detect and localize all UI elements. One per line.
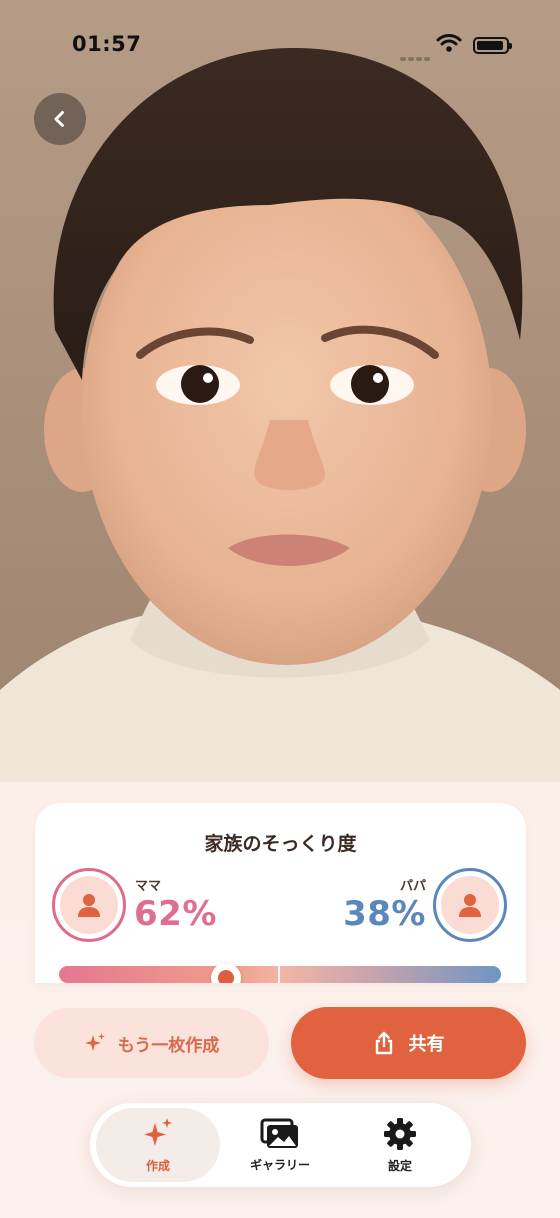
resemblance-slider [59,963,501,983]
mom-label: ママ [135,879,162,894]
resemblance-title: 家族のそっくり度 [204,833,357,855]
share-icon [375,1031,392,1055]
tab-gallery-label: ギャラリー [249,1157,310,1172]
status-bar: 01:57 [0,0,560,90]
status-time: 01:57 [72,32,142,56]
cellular-signal-icon [400,46,432,65]
create-another-button[interactable]: もう一枚作成 [34,1008,269,1078]
tab-gallery[interactable]: ギャラリー [218,1108,342,1182]
share-button[interactable]: 共有 [291,1007,526,1079]
wifi-icon [436,34,462,52]
gallery-icon [260,1118,298,1148]
tab-bar: 作成 ギャラリー 設定 [90,1103,471,1187]
sparkle-icon [144,1117,172,1146]
tab-settings[interactable]: 設定 [338,1108,462,1182]
gear-icon [384,1117,416,1150]
chevron-left-icon [54,111,64,127]
create-another-label: もう一枚作成 [117,1035,220,1056]
dad-percent: 38% [343,894,426,934]
person-icon [78,894,100,917]
dad-avatar [433,868,507,942]
tab-create[interactable]: 作成 [96,1108,220,1182]
slider-midpoint [278,966,280,983]
mom-percent: 62% [134,894,217,934]
battery-icon [473,37,512,54]
resemblance-card: 家族のそっくり度 ママ 62% パパ 38% [35,803,526,983]
dad-label: パパ [399,879,426,894]
share-label: 共有 [408,1034,445,1055]
back-button[interactable] [34,93,86,145]
person-icon [459,894,481,917]
slider-thumb [211,963,241,983]
sparkle-icon [84,1033,105,1051]
tab-create-label: 作成 [145,1158,170,1173]
tab-settings-label: 設定 [387,1158,412,1173]
mom-avatar [52,868,126,942]
